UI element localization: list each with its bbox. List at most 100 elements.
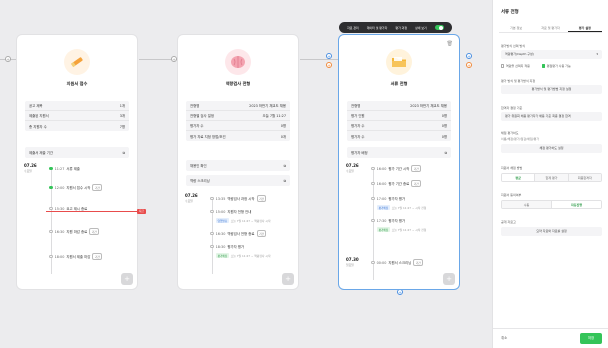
info-key: 공고 제목: [29, 104, 43, 108]
stage-card-aptitude[interactable]: 역량검사 전형 전형명 2023 하반기 채교도 채용 전형별 검사 일정 오늘 7…: [177, 34, 299, 290]
connector-add-icon[interactable]: +: [5, 56, 11, 62]
timeline-event[interactable]: 17:30 평가자 평가: [371, 216, 453, 225]
info-key: 전형명: [351, 104, 361, 108]
timeline-event[interactable]: 11:27 서류 제출: [49, 164, 131, 173]
cancel-button[interactable]: 취소: [501, 335, 507, 340]
event-dot: [49, 206, 53, 211]
disclose-option[interactable]: 자동진행: [552, 201, 601, 208]
info-row: 제출된 지원서 3개: [25, 111, 129, 121]
method-option[interactable]: 평균: [502, 174, 536, 181]
card-info-table: 공고 제목 1개 제출된 지원서 3개 총 지원자 수 7명: [25, 101, 129, 131]
result-label: 합격자 결정 기준: [501, 106, 523, 110]
timeline-event[interactable]: 12:00 지원서 접수 시작 기간: [49, 183, 131, 192]
info-row: 전형별 검사 일정 오늘 7월 11:27: [186, 111, 290, 121]
timeline-day: 07.26 수요일: [185, 193, 198, 203]
now-indicator-line: [46, 211, 138, 212]
connector-add-icon[interactable]: +: [466, 62, 472, 68]
event-dot: [49, 166, 53, 171]
method-option[interactable]: 합계 평가: [535, 174, 569, 181]
info-value: 0명: [441, 134, 447, 139]
tab-basic-info[interactable]: 기본 정보: [499, 24, 533, 32]
timeline-event[interactable]: 00:00 지원서 스크리닝 기간: [371, 258, 453, 267]
timeline-event[interactable]: 15:30 요고 제시 종료: [49, 204, 131, 213]
toolbar-item[interactable]: 상세 보기: [415, 26, 427, 30]
card-action-label: 채용인 확인: [190, 164, 207, 168]
timeline-event[interactable]: 17:00 평가자 평가: [371, 194, 453, 203]
card-title: 지원서 접수: [66, 81, 88, 86]
day-weekday: 수요일: [24, 169, 32, 173]
info-key: 평가 자료 지정 방법/조건: [190, 134, 226, 139]
timeline-event[interactable]: 18:00 지원서 제출 마감 기간: [49, 252, 131, 261]
event-text: 역량검사 과정 시작: [227, 197, 255, 201]
event-tag: 기간: [411, 165, 422, 172]
event-tag: 평가배정: [377, 227, 390, 232]
event-time: 00:00: [376, 260, 387, 265]
day-date: 07.30: [346, 257, 359, 262]
stage-card-document[interactable]: 🗑 서류 전형 전형명 2023 하반기 채교도 채용 평가 인원 0명 평가자 수…: [338, 34, 460, 290]
save-button[interactable]: 저장: [580, 333, 602, 344]
brain-icon: [225, 49, 251, 75]
tab-materials[interactable]: 자료 및 평가자: [533, 24, 567, 32]
event-tag: 기간: [89, 228, 100, 235]
timeline-event[interactable]: 16:00 평가 기간 시작 기간: [371, 164, 453, 173]
connector-add-icon[interactable]: +: [326, 53, 332, 59]
card-add-button[interactable]: +: [282, 273, 294, 285]
eval-type-label: 평가방식 선택 방식: [501, 44, 525, 48]
event-time: 12:00: [54, 185, 65, 190]
eval-type-select[interactable]: 역량평가(Depth 구성) ▾: [501, 50, 602, 59]
stage-card-application[interactable]: 지원서 접수 공고 제목 1개 제출된 지원서 3개 총 지원자 수 7명 제출서 제…: [16, 34, 138, 290]
toolbar-toggle[interactable]: [434, 25, 444, 30]
toolbar-item[interactable]: 자료 관리: [347, 26, 359, 30]
info-row: 평가자 수 0명: [186, 121, 290, 131]
timeline-day: 07.26 수요일: [24, 163, 37, 173]
info-value: 7명: [119, 124, 125, 129]
card-action-button[interactable]: 채용인 확인 ⧉: [186, 160, 290, 171]
timeline: 11:27 서류 제출 12:00 지원서 접수 시작 기간 15:30 요고 제시 종…: [49, 164, 131, 261]
timeline: 13:35 역량검사 과정 시작 기간 15:00 지원자 전형 안내 영업발표 오늘 …: [210, 194, 292, 260]
event-time: 16:30: [215, 231, 226, 236]
card-action-button[interactable]: 역량 스크리닝 ⧉: [186, 175, 290, 186]
event-text: 평가 기간 종료: [388, 182, 410, 186]
event-tag: 기간: [256, 195, 267, 202]
checkbox-checked[interactable]: [541, 64, 546, 68]
card-add-button[interactable]: +: [443, 273, 455, 285]
timeline-event[interactable]: 15:00 지원자 전형 안내: [210, 207, 292, 216]
score-button[interactable]: 채점 평가하도 설정: [501, 144, 602, 153]
timeline-event[interactable]: 16:00 평가 기간 종료 기간: [371, 179, 453, 188]
connector-add-icon[interactable]: +: [326, 62, 332, 68]
timeline-event[interactable]: 13:35 역량검사 과정 시작 기간: [210, 194, 292, 203]
extra-button[interactable]: 요약 자료와 자료를 설정: [501, 227, 602, 236]
tab-evaluation-settings[interactable]: 평가 설정: [567, 24, 602, 32]
timeline-event[interactable]: 16:30 역량검사 전형 종료 기간: [210, 229, 292, 238]
method-segmented: 평균 합계 평가 최종합격자: [501, 173, 602, 182]
event-time: 11:27: [54, 166, 65, 171]
card-add-button[interactable]: +: [121, 273, 133, 285]
method-option[interactable]: 최종합격자: [568, 174, 601, 181]
card-action-button[interactable]: 평가자 배정 ⧉: [347, 147, 451, 158]
day-weekday: 수요일: [346, 169, 354, 173]
event-time: 16:00: [376, 166, 387, 171]
result-select[interactable]: 평가 위원회 채용 평가자가 채용 기준 최종 결정 합격: [501, 112, 602, 121]
extra-label: 공개 자료고: [501, 220, 516, 224]
event-tag: 기간: [413, 259, 424, 266]
event-dot: [371, 218, 375, 223]
event-subtext: 오늘 7월 11:27 ~ 역량검사 시작: [230, 218, 271, 223]
timeline-event[interactable]: 16:30 지원 마감 종료 기간: [49, 227, 131, 236]
toolbar-item[interactable]: 데이터 및 평가자: [367, 26, 387, 30]
folder-icon: [386, 49, 412, 75]
timeline-event-detail: 평가배정 오늘 7월 11:27 ~ 시작 전형: [377, 203, 453, 212]
criteria-button[interactable]: 평가방식 및 평가방법 지정 설정: [501, 85, 602, 94]
info-value: 오늘 7월 11:27: [262, 114, 286, 118]
timeline-event[interactable]: 18:30 평가자 평가: [210, 242, 292, 251]
checkbox[interactable]: [501, 64, 505, 68]
connector-add-icon[interactable]: +: [466, 53, 472, 59]
trash-icon[interactable]: 🗑: [447, 41, 453, 47]
workflow-canvas[interactable]: + + + + + + + 자료 관리 데이터 및 평가자 평가 과정 상세 보…: [0, 0, 492, 348]
event-text: 평가 기간 시작: [388, 167, 410, 171]
disclose-option[interactable]: 수동: [502, 201, 552, 208]
toolbar-item[interactable]: 평가 과정: [395, 26, 407, 30]
event-dot: [210, 209, 214, 214]
card-action-button[interactable]: 제출서 제출 기간 ⧉: [25, 147, 129, 158]
event-text: 지원서 접수 시작: [66, 186, 91, 190]
event-text: 평가자 평가: [227, 245, 245, 249]
